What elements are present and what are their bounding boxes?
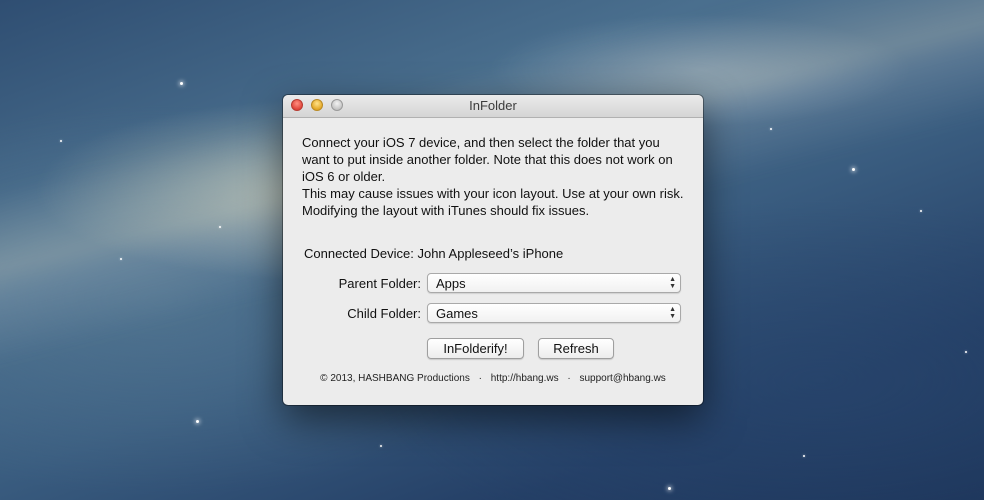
star bbox=[380, 445, 382, 447]
description-paragraph-2: This may cause issues with your icon lay… bbox=[302, 186, 684, 218]
star bbox=[120, 258, 122, 260]
connected-device-value: John Appleseed’s iPhone bbox=[417, 246, 564, 261]
star bbox=[668, 487, 671, 490]
child-folder-selected: Games bbox=[436, 306, 478, 321]
infolder-window: InFolder Connect your iOS 7 device, and … bbox=[283, 95, 703, 405]
support-email-link[interactable]: support@hbang.ws bbox=[579, 373, 665, 384]
child-folder-popup[interactable]: Games ▲ ▼ bbox=[427, 303, 681, 323]
parent-folder-popup[interactable]: Apps ▲ ▼ bbox=[427, 273, 681, 293]
copyright-text: © 2013, HASHBANG Productions bbox=[320, 373, 470, 384]
star bbox=[219, 226, 221, 228]
footer-separator: · bbox=[567, 373, 571, 384]
connected-device-row: Connected Device: John Appleseed’s iPhon… bbox=[304, 246, 563, 261]
title-bar[interactable]: InFolder bbox=[283, 95, 703, 118]
window-title: InFolder bbox=[469, 98, 517, 113]
star bbox=[803, 455, 805, 457]
star bbox=[852, 168, 855, 171]
star bbox=[180, 82, 183, 85]
child-folder-label: Child Folder: bbox=[347, 306, 421, 321]
infolderify-button[interactable]: InFolderify! bbox=[427, 338, 524, 359]
star bbox=[60, 140, 62, 142]
popup-arrows-icon: ▲ ▼ bbox=[669, 306, 676, 320]
connected-device-label: Connected Device: bbox=[304, 246, 414, 261]
refresh-button[interactable]: Refresh bbox=[538, 338, 614, 359]
star bbox=[965, 351, 967, 353]
footer: © 2013, HASHBANG Productions · http://hb… bbox=[283, 373, 703, 384]
star bbox=[196, 420, 199, 423]
footer-separator: · bbox=[478, 373, 482, 384]
description: Connect your iOS 7 device, and then sele… bbox=[302, 134, 688, 219]
star bbox=[920, 210, 922, 212]
star bbox=[770, 128, 772, 130]
popup-arrows-icon: ▲ ▼ bbox=[669, 276, 676, 290]
description-paragraph-1: Connect your iOS 7 device, and then sele… bbox=[302, 135, 673, 184]
parent-folder-selected: Apps bbox=[436, 276, 466, 291]
parent-folder-label: Parent Folder: bbox=[338, 276, 421, 291]
website-link[interactable]: http://hbang.ws bbox=[491, 373, 559, 384]
